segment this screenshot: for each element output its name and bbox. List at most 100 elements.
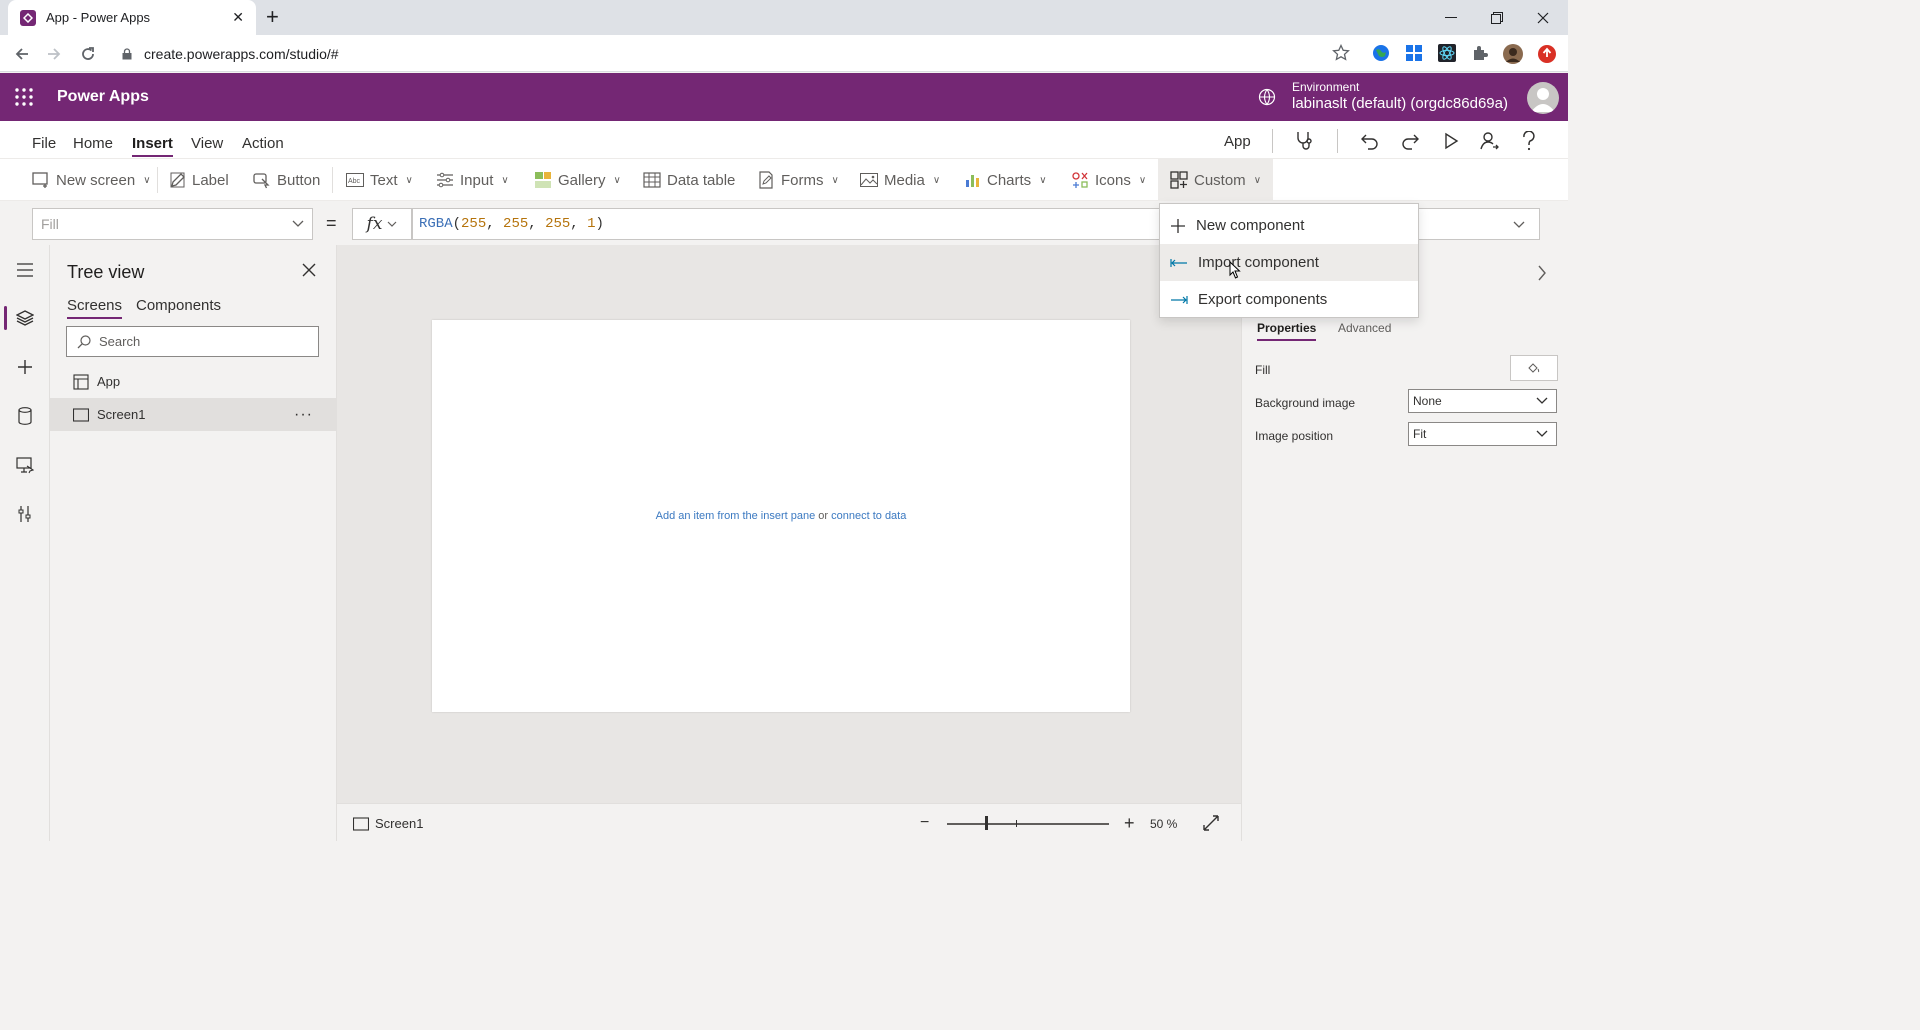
formula-paren: )	[595, 216, 604, 232]
environment-icon	[1258, 88, 1276, 106]
windows-extension-icon[interactable]	[1405, 44, 1425, 64]
chevron-right-icon[interactable]	[1537, 265, 1547, 281]
zoom-out-button[interactable]: −	[920, 814, 929, 832]
fit-to-window-icon[interactable]	[1203, 815, 1219, 831]
property-dropdown[interactable]: Fill	[32, 208, 313, 240]
zoom-value: 50 %	[1150, 817, 1178, 831]
tree-view-panel: Tree view Screens Components Search App …	[50, 245, 337, 841]
tab-file[interactable]: File	[32, 135, 56, 152]
more-options-icon[interactable]: ···	[294, 406, 313, 424]
tree-search-input[interactable]: Search	[66, 326, 319, 357]
charts-menu-button[interactable]: Charts ∨	[965, 159, 1047, 201]
back-icon[interactable]	[11, 43, 33, 65]
globe-extension-icon[interactable]	[1372, 44, 1392, 64]
forward-icon[interactable]	[43, 43, 65, 65]
environment-picker[interactable]: labinaslt (default) (orgdc86d69a)	[1292, 95, 1508, 112]
tab-insert[interactable]: Insert	[132, 135, 173, 157]
button-label: Button	[277, 171, 321, 189]
import-component-menu-item[interactable]: Import component	[1160, 244, 1418, 281]
expand-formula-icon[interactable]	[1513, 209, 1525, 241]
search-icon	[77, 334, 91, 348]
redo-icon[interactable]	[1400, 129, 1420, 153]
extensions-puzzle-icon[interactable]	[1471, 44, 1491, 64]
address-bar[interactable]: create.powerapps.com/studio/#	[112, 39, 1364, 68]
new-component-menu-item[interactable]: New component	[1160, 207, 1418, 244]
tab-action[interactable]: Action	[242, 135, 284, 152]
tab-components[interactable]: Components	[136, 297, 221, 314]
forms-label: Forms	[781, 171, 824, 189]
app-checker-label[interactable]: App	[1224, 129, 1251, 153]
bookmark-star-icon[interactable]	[1332, 44, 1352, 64]
browser-tab[interactable]: App - Power Apps ✕	[8, 0, 256, 35]
tab-properties[interactable]: Properties	[1257, 321, 1317, 341]
app-launcher-icon[interactable]	[14, 87, 34, 107]
tree-item-screen1[interactable]: Screen1 ···	[50, 398, 337, 431]
text-label: Text	[370, 171, 398, 189]
export-arrow-icon	[1171, 295, 1188, 304]
formula-function-token: RGBA	[419, 216, 453, 232]
canvas-empty-hint: Add an item from the insert pane or conn…	[432, 510, 1130, 522]
app-header: Power Apps Environment labinaslt (defaul…	[0, 73, 1568, 121]
undo-icon[interactable]	[1360, 129, 1380, 153]
forms-menu-button[interactable]: Forms ∨	[757, 159, 839, 201]
help-icon[interactable]	[1521, 129, 1537, 153]
react-extension-icon[interactable]	[1438, 44, 1458, 64]
zoom-slider[interactable]	[947, 823, 1109, 825]
divider	[1337, 129, 1338, 153]
insert-pane-link[interactable]: Add an item from the insert pane	[656, 510, 816, 522]
update-icon[interactable]	[1537, 44, 1557, 64]
stethoscope-icon[interactable]	[1294, 129, 1316, 153]
data-cylinder-icon[interactable]	[0, 396, 50, 436]
profile-avatar-icon[interactable]	[1503, 44, 1523, 64]
icons-menu-button[interactable]: Icons ∨	[1071, 159, 1146, 201]
advanced-tools-icon[interactable]	[0, 494, 50, 534]
current-screen-indicator[interactable]: Screen1	[353, 816, 423, 831]
tab-home[interactable]: Home	[73, 135, 113, 152]
data-table-button[interactable]: Data table	[643, 159, 735, 201]
user-avatar[interactable]	[1527, 82, 1559, 114]
insert-button-button[interactable]: Button	[253, 159, 320, 201]
input-icon	[437, 172, 453, 188]
insert-plus-icon[interactable]	[0, 347, 50, 387]
zoom-slider-thumb[interactable]	[985, 816, 988, 830]
tab-view[interactable]: View	[191, 135, 223, 152]
media-menu-button[interactable]: Media ∨	[860, 159, 940, 201]
tab-advanced[interactable]: Advanced	[1338, 321, 1391, 335]
new-screen-button[interactable]: New screen ∨	[32, 159, 151, 201]
zoom-in-button[interactable]: +	[1124, 813, 1135, 834]
tree-view-layers-icon[interactable]	[0, 298, 50, 338]
fill-color-picker[interactable]	[1510, 355, 1558, 381]
gallery-label: Gallery	[558, 171, 606, 189]
hamburger-menu-icon[interactable]	[0, 250, 50, 290]
tab-screens[interactable]: Screens	[67, 297, 123, 319]
screen1-canvas[interactable]: Add an item from the insert pane or conn…	[432, 320, 1130, 712]
new-tab-icon[interactable]: +	[266, 6, 279, 28]
input-menu-button[interactable]: Input ∨	[436, 159, 509, 201]
reload-icon[interactable]	[77, 43, 99, 65]
media-label: Media	[884, 171, 925, 189]
export-components-menu-item[interactable]: Export components	[1160, 281, 1418, 318]
close-icon[interactable]	[302, 263, 316, 277]
svg-text:Abc: Abc	[348, 178, 361, 185]
tree-view-title: Tree view	[67, 262, 145, 282]
image-position-dropdown[interactable]: Fit	[1408, 422, 1557, 446]
background-image-dropdown[interactable]: None	[1408, 389, 1557, 413]
media-monitor-icon[interactable]	[0, 445, 50, 485]
close-tab-icon[interactable]: ✕	[232, 9, 244, 26]
insert-label-button[interactable]: Label	[170, 159, 229, 201]
minimize-window-icon[interactable]	[1428, 0, 1474, 35]
restore-window-icon[interactable]	[1474, 0, 1520, 35]
environment-label: Environment	[1292, 80, 1360, 94]
app-title[interactable]: Power Apps	[57, 88, 149, 106]
gallery-icon	[535, 172, 551, 188]
custom-label: Custom	[1194, 171, 1246, 189]
function-picker-button[interactable]: fx	[352, 208, 412, 240]
connect-data-link[interactable]: connect to data	[831, 510, 906, 522]
play-preview-icon[interactable]	[1442, 129, 1460, 153]
close-window-icon[interactable]	[1520, 0, 1566, 35]
tree-item-app[interactable]: App	[50, 365, 337, 398]
custom-menu-button[interactable]: Custom ∨	[1158, 159, 1274, 201]
gallery-menu-button[interactable]: Gallery ∨	[534, 159, 621, 201]
text-menu-button[interactable]: Abc Text ∨	[346, 159, 413, 201]
share-user-icon[interactable]	[1479, 129, 1499, 153]
